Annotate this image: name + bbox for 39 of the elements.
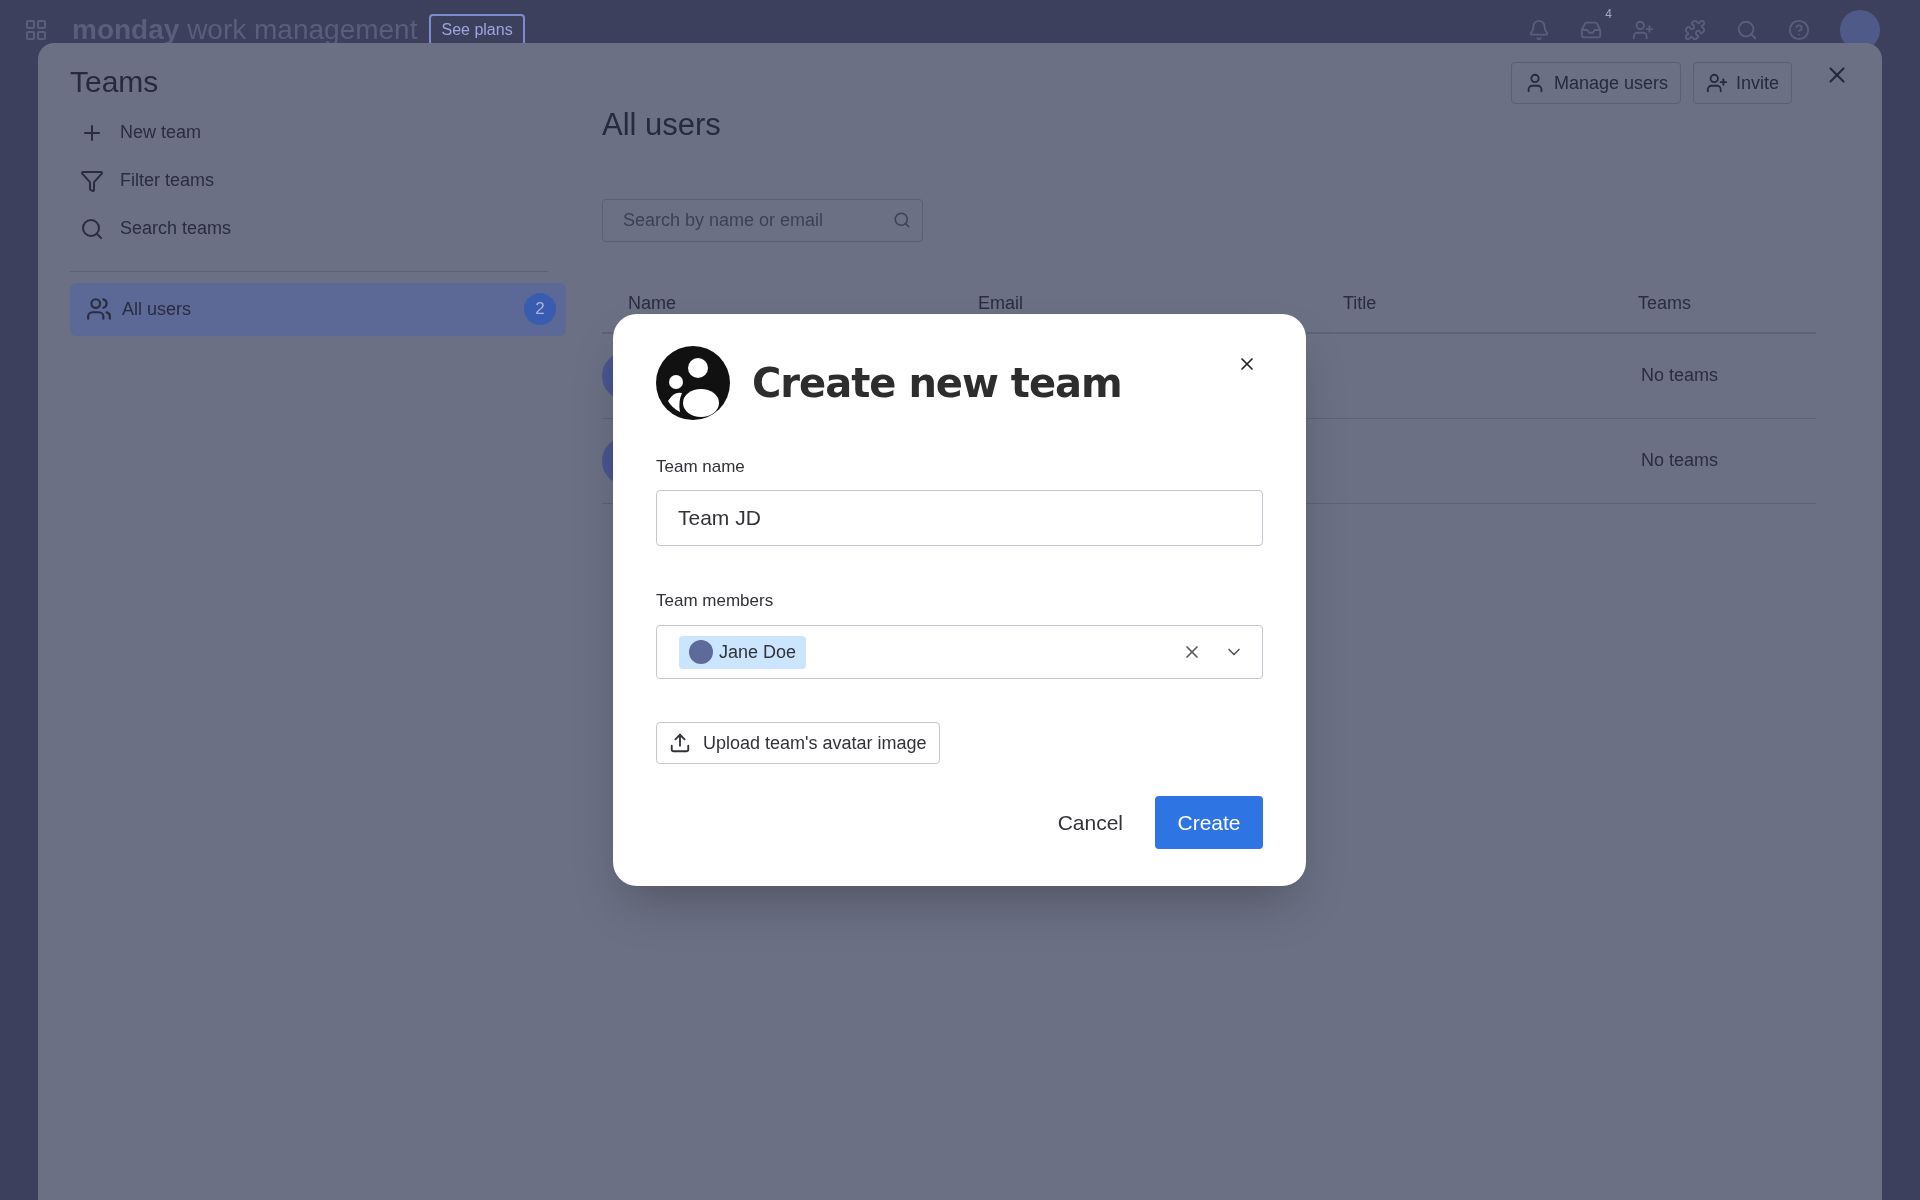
teams-cell-text: No teams	[1641, 364, 1720, 387]
search-icon	[893, 210, 911, 229]
bell-icon[interactable]	[1528, 18, 1550, 41]
avatar-icon	[689, 640, 713, 664]
cancel-button[interactable]: Cancel	[1041, 796, 1139, 849]
search-icon	[80, 216, 104, 241]
member-chip[interactable]: Jane Doe	[679, 635, 807, 669]
header-button[interactable]: Manage users	[1510, 62, 1681, 104]
team-icon	[656, 346, 730, 420]
column-header: Name	[628, 292, 677, 315]
upload-button[interactable]: Upload team's avatar image	[656, 722, 940, 764]
column-header: Title	[1343, 292, 1378, 315]
column-header: Email	[978, 292, 1024, 315]
dialog-title: Create new team	[752, 359, 1122, 408]
sidebar-action[interactable]: New team	[70, 108, 566, 157]
invite-icon[interactable]	[1632, 18, 1654, 41]
count-badge: 2	[524, 293, 556, 325]
sidebar-action[interactable]: Filter teams	[70, 156, 566, 205]
search-icon[interactable]	[1736, 18, 1758, 41]
sidebar-action[interactable]: Search teams	[70, 204, 566, 253]
puzzle-icon[interactable]	[1684, 18, 1706, 41]
team-name-field[interactable]: Team JD	[656, 489, 1263, 546]
header-button[interactable]: Invite	[1692, 62, 1792, 104]
inbox-count: 4	[1605, 5, 1612, 23]
help-icon[interactable]	[1788, 18, 1810, 41]
column-header: Teams	[1638, 292, 1692, 315]
sidebar-item[interactable]: All users 2	[70, 282, 566, 336]
users-icon	[86, 296, 112, 322]
page-title: All users	[602, 106, 721, 144]
field-label: Team name	[656, 456, 746, 478]
panel-title: Teams	[70, 64, 160, 100]
teams-cell-text: No teams	[1641, 449, 1720, 472]
filter-icon	[80, 168, 104, 193]
upload-icon	[669, 732, 691, 754]
user-plus-icon	[1705, 72, 1728, 94]
create-button[interactable]: Create	[1155, 796, 1263, 849]
members-select[interactable]: Jane Doe	[656, 625, 1263, 679]
apps-icon[interactable]	[24, 17, 48, 42]
field-label: Team members	[656, 589, 775, 612]
